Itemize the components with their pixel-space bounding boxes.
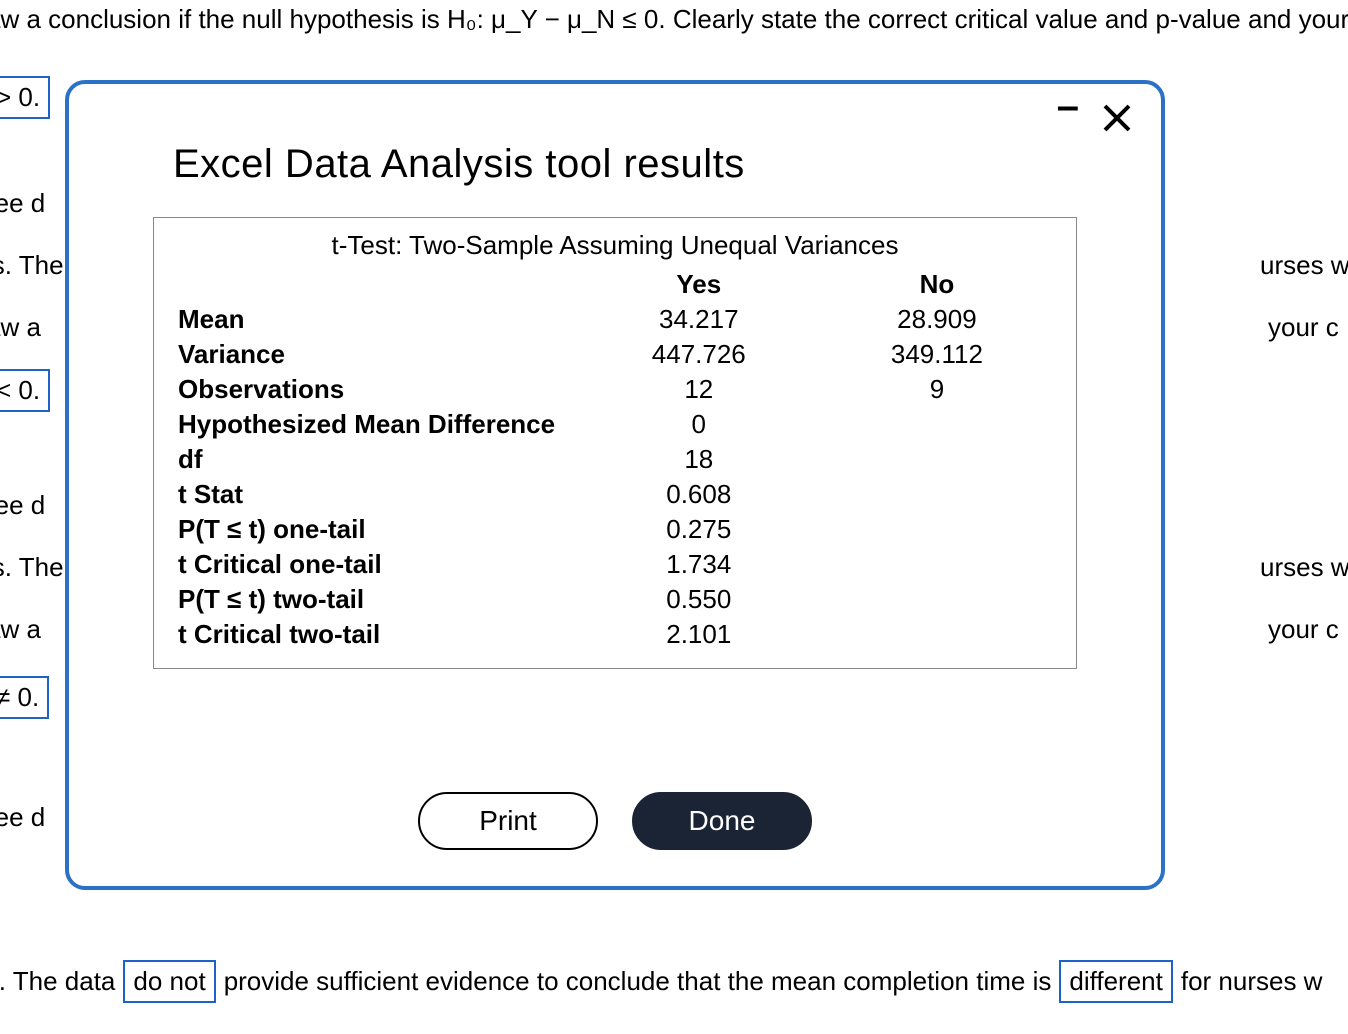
table-row: Variance 447.726 349.112 [174, 337, 1056, 372]
sentence-mid: provide sufficient evidence to conclude … [224, 966, 1052, 997]
table-caption: t-Test: Two-Sample Assuming Unequal Vari… [174, 230, 1056, 261]
sentence-tail: for nurses w [1181, 966, 1323, 997]
table-row: P(T ≤ t) two-tail 0.550 [174, 582, 1056, 617]
answer-box-lt0[interactable]: < 0. [0, 369, 50, 412]
close-icon[interactable] [1101, 102, 1133, 137]
col-header-no: No [818, 267, 1056, 302]
table-row: P(T ≤ t) one-tail 0.275 [174, 512, 1056, 547]
question-text-top: aw a conclusion if the null hypothesis i… [0, 4, 1348, 35]
sentence-lead: is. The data [0, 966, 115, 997]
bg-frag: aw a [0, 614, 41, 645]
bg-frag: ree d [0, 188, 45, 219]
table-row: t Critical one-tail 1.734 [174, 547, 1056, 582]
table-row: t Stat 0.608 [174, 477, 1056, 512]
print-button[interactable]: Print [418, 792, 598, 850]
col-header-yes: Yes [580, 267, 818, 302]
conclusion-sentence: is. The data do not provide sufficient e… [0, 960, 1322, 1003]
bg-frag: ree d [0, 802, 45, 833]
bg-frag: urses w [1260, 250, 1348, 281]
done-button[interactable]: Done [632, 792, 812, 850]
dropdown-do-not[interactable]: do not [123, 960, 215, 1003]
bg-frag: is. The [0, 250, 64, 281]
bg-frag: your c [1268, 614, 1339, 645]
table-row: df 18 [174, 442, 1056, 477]
minimize-icon[interactable]: – [1057, 90, 1079, 125]
table-row: t Critical two-tail 2.101 [174, 617, 1056, 652]
bg-frag: your c [1268, 312, 1339, 343]
results-table: Yes No Mean 34.217 28.909 Variance 447.7… [174, 267, 1056, 652]
table-row: Observations 12 9 [174, 372, 1056, 407]
answer-box-ne0[interactable]: ≠ 0. [0, 676, 49, 719]
table-row: Mean 34.217 28.909 [174, 302, 1056, 337]
dropdown-different[interactable]: different [1059, 960, 1172, 1003]
results-modal: – Excel Data Analysis tool results t-Tes… [65, 80, 1165, 890]
bg-frag: urses w [1260, 552, 1348, 583]
results-table-frame: t-Test: Two-Sample Assuming Unequal Vari… [153, 217, 1077, 669]
bg-frag: aw a [0, 312, 41, 343]
bg-frag: is. The [0, 552, 64, 583]
bg-frag: ree d [0, 490, 45, 521]
modal-title: Excel Data Analysis tool results [173, 142, 1117, 187]
table-row: Hypothesized Mean Difference 0 [174, 407, 1056, 442]
answer-box-gt0[interactable]: > 0. [0, 76, 50, 119]
